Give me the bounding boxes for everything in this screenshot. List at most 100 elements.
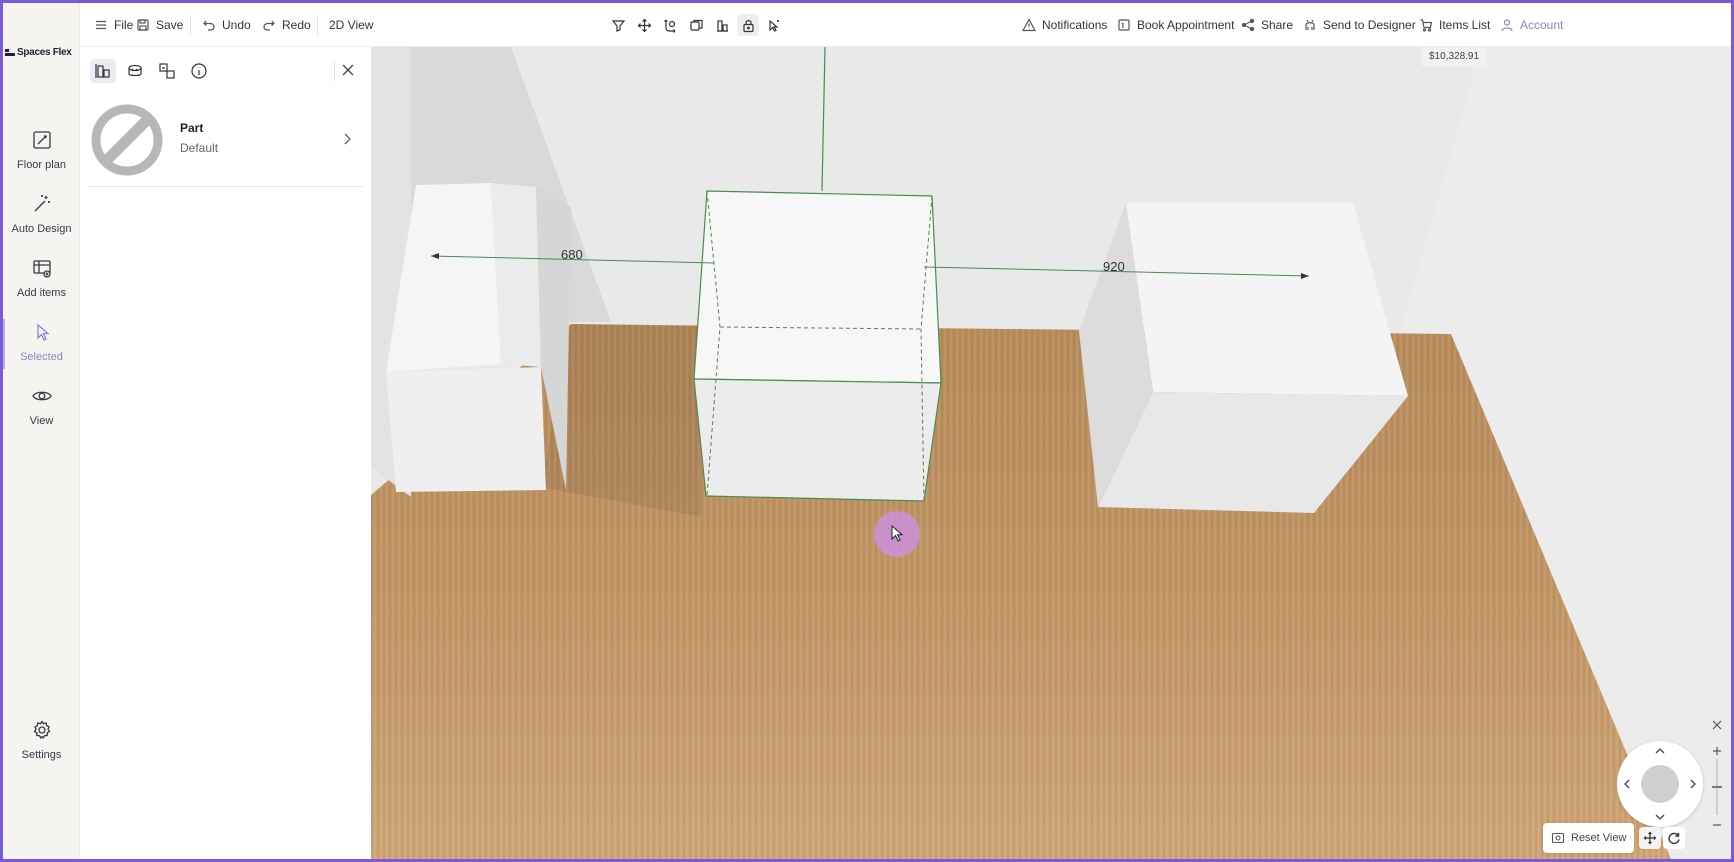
selected-box-front[interactable] — [693, 378, 942, 502]
3d-scene — [371, 47, 1731, 859]
close-icon[interactable] — [339, 61, 357, 79]
calendar-icon — [1118, 19, 1130, 31]
rail-item-selected[interactable]: Selected — [3, 319, 80, 381]
catalog-tool-button[interactable] — [607, 14, 629, 36]
reset-view-label: Reset View — [1571, 832, 1627, 844]
divider — [334, 61, 335, 81]
rail-item-auto-design[interactable]: Auto Design — [3, 193, 80, 253]
reset-view-button[interactable]: Reset View — [1543, 823, 1635, 853]
part-value: Default — [180, 141, 219, 155]
rail-item-label: Selected — [20, 351, 63, 363]
file-label: File — [114, 18, 134, 32]
duplicate-icon — [689, 19, 703, 31]
dimension-label-right: 920 — [1103, 259, 1125, 274]
divider — [190, 15, 191, 35]
tab-materials[interactable] — [122, 59, 148, 83]
tab-components[interactable] — [154, 59, 180, 83]
move-tool-button[interactable] — [633, 14, 655, 36]
part-name: Part — [180, 121, 204, 135]
move-icon — [637, 18, 651, 32]
magic-wand-icon — [34, 195, 50, 212]
brand-logo[interactable]: Spaces Flex — [5, 47, 79, 58]
user-icon — [1501, 19, 1513, 32]
cube-filter-icon — [611, 19, 625, 32]
share-icon — [1241, 18, 1255, 32]
orbit-mode-button[interactable] — [1663, 827, 1685, 849]
tab-dimensions[interactable] — [90, 59, 116, 83]
save-button[interactable]: Save — [136, 3, 183, 47]
rail-item-floor-plan[interactable]: Floor plan — [3, 129, 80, 189]
info-icon — [191, 63, 207, 79]
redo-button[interactable]: Redo — [262, 3, 311, 47]
book-appointment-button[interactable]: Book Appointment — [1117, 3, 1234, 47]
chevron-right-icon[interactable] — [1687, 778, 1699, 790]
panel-tabs — [90, 59, 212, 83]
left-rail: Spaces Flex Floor plan Auto Design Add i… — [3, 3, 80, 859]
orbit-center-knob[interactable] — [1641, 765, 1679, 803]
undo-label: Undo — [222, 18, 251, 32]
align-icon — [716, 19, 728, 32]
notifications-button[interactable]: Notifications — [1022, 3, 1107, 47]
gear-icon — [33, 720, 50, 739]
2d-view-label: 2D View — [329, 18, 374, 32]
rail-item-label: Settings — [21, 749, 62, 761]
dimension-label-left: 680 — [561, 247, 583, 262]
mouse-cursor-icon — [891, 525, 904, 542]
select-tool-button[interactable] — [763, 14, 785, 36]
chevron-down-icon[interactable] — [1654, 811, 1666, 823]
account-button[interactable]: Account — [1500, 3, 1563, 47]
rail-item-label: Add items — [17, 287, 66, 299]
rail-item-label: Floor plan — [17, 159, 66, 171]
add-items-icon — [32, 260, 51, 278]
send-to-designer-button[interactable]: Send to Designer — [1303, 3, 1416, 47]
properties-panel: Part Default — [80, 47, 371, 859]
3d-viewport[interactable]: 680 920 $10,328.91 Reset View — [371, 47, 1731, 859]
orbit-control[interactable] — [1617, 741, 1703, 827]
total-price-badge: $10,328.91 — [1421, 47, 1488, 67]
lock-tool-button[interactable] — [737, 14, 759, 36]
share-label: Share — [1261, 18, 1294, 32]
cursor-sparkle-icon — [768, 19, 779, 32]
2d-view-button[interactable]: 2D View — [329, 3, 373, 47]
floor-plan-icon — [32, 131, 51, 149]
zoom-slider[interactable] — [1711, 745, 1723, 829]
move-icon — [1643, 831, 1657, 845]
chevron-left-icon[interactable] — [1621, 778, 1633, 790]
send-to-designer-label: Send to Designer — [1323, 18, 1416, 32]
rotate-tool-button[interactable] — [659, 14, 681, 36]
top-toolbar: File Save Undo Redo 2D View Notification… — [80, 3, 1731, 47]
notifications-label: Notifications — [1042, 18, 1108, 32]
tab-info[interactable] — [186, 59, 212, 83]
rail-item-label: View — [29, 415, 54, 427]
chevron-up-icon[interactable] — [1654, 745, 1666, 757]
account-label: Account — [1520, 18, 1564, 32]
redo-label: Redo — [282, 18, 311, 32]
rail-item-view[interactable]: View — [3, 385, 80, 445]
rail-item-settings[interactable]: Settings — [3, 719, 80, 779]
undo-button[interactable]: Undo — [202, 3, 251, 47]
left-cabinet-front — [386, 367, 546, 492]
share-button[interactable]: Share — [1241, 3, 1293, 47]
file-menu-button[interactable]: File — [94, 3, 133, 47]
pan-mode-button[interactable] — [1639, 827, 1661, 849]
rail-item-label: Auto Design — [11, 223, 72, 235]
align-tool-button[interactable] — [711, 14, 733, 36]
duplicate-tool-button[interactable] — [685, 14, 707, 36]
save-label: Save — [156, 18, 184, 32]
material-icon — [128, 64, 142, 77]
items-list-label: Items List — [1439, 18, 1491, 32]
cart-icon — [1420, 19, 1433, 32]
book-appointment-label: Book Appointment — [1137, 18, 1235, 32]
warning-icon — [1022, 18, 1036, 32]
close-navigation-icon[interactable] — [1711, 719, 1723, 731]
lock-icon — [742, 19, 754, 32]
items-list-button[interactable]: Items List — [1419, 3, 1490, 47]
hamburger-icon — [96, 20, 106, 30]
rail-item-add-items[interactable]: Add items — [3, 257, 80, 317]
refresh-icon — [1668, 832, 1680, 845]
divider — [317, 15, 318, 35]
selected-box-top[interactable] — [693, 190, 942, 384]
pointer-icon — [36, 323, 50, 341]
part-selector[interactable]: Part Default — [88, 97, 363, 187]
no-image-icon — [91, 104, 163, 176]
